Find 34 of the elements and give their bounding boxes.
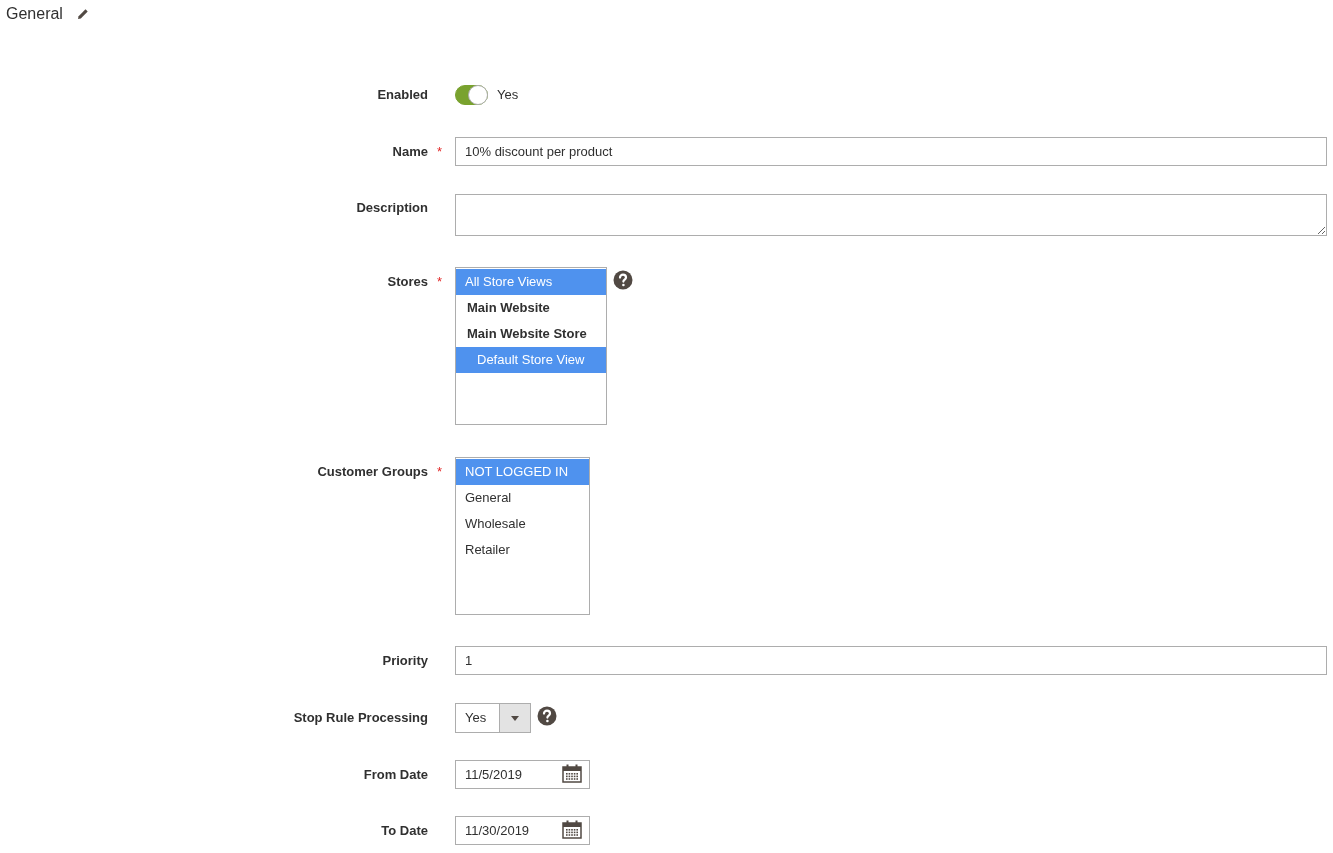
required-mark: *: [436, 273, 443, 291]
description-field[interactable]: [455, 194, 1327, 236]
text-field[interactable]: 10% discount per product: [455, 137, 1327, 166]
list-option[interactable]: Retailer: [456, 537, 589, 563]
select-dropdown[interactable]: Yes: [455, 703, 531, 733]
list-option[interactable]: Main Website: [456, 295, 606, 321]
list-option[interactable]: Main Website Store: [456, 321, 606, 347]
field-label: Stop Rule Processing: [293, 709, 428, 727]
calendar-icon[interactable]: [562, 820, 582, 839]
field-label: Description: [356, 199, 428, 217]
required-mark: *: [436, 463, 443, 481]
field-label: Priority: [382, 652, 428, 670]
field-label: Enabled: [377, 86, 428, 104]
help-icon[interactable]: [537, 706, 557, 726]
list-option[interactable]: General: [456, 485, 589, 511]
caret-icon: [511, 715, 519, 721]
required-mark: *: [436, 143, 443, 161]
section-title: General: [6, 3, 63, 24]
field-label: Stores: [387, 273, 428, 291]
multiselect-list[interactable]: All Store Views Main Website Main Website Store Default Store View: [455, 267, 607, 425]
field-label: From Date: [363, 766, 428, 784]
text-field[interactable]: 1: [455, 646, 1327, 675]
date-field[interactable]: 11/5/2019: [455, 760, 590, 789]
toggle-switch[interactable]: [455, 85, 488, 105]
date-field[interactable]: 11/30/2019: [455, 816, 590, 845]
field-label: Name: [392, 143, 428, 161]
calendar-icon[interactable]: [562, 764, 582, 783]
multiselect-list[interactable]: NOT LOGGED IN General Wholesale Retailer: [455, 457, 590, 615]
list-option[interactable]: Wholesale: [456, 511, 589, 537]
help-icon[interactable]: [613, 270, 633, 290]
field-label: Customer Groups: [317, 463, 428, 481]
toggle-value: Yes: [497, 86, 519, 105]
field-label: To Date: [381, 822, 428, 840]
pencil-icon[interactable]: [76, 7, 89, 20]
